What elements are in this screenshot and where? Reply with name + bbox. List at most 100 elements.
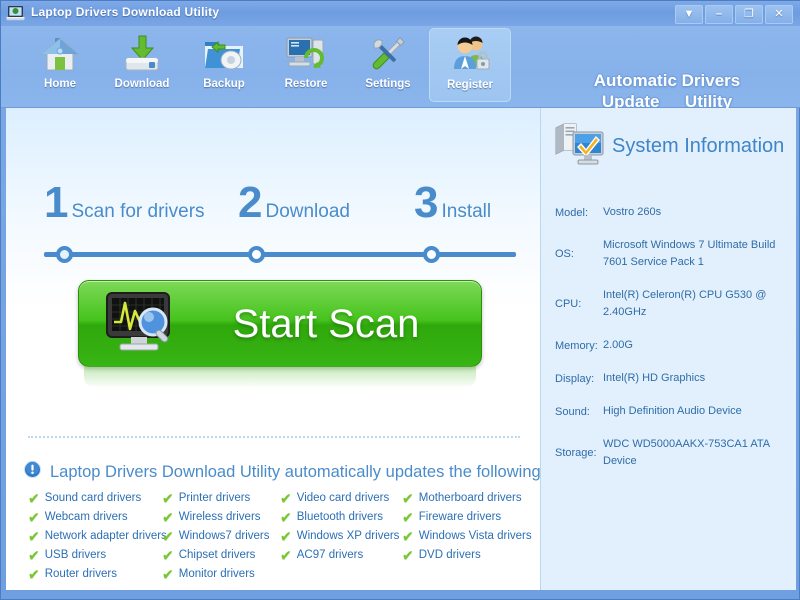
driver-item: ✔ Windows7 drivers <box>162 529 280 543</box>
driver-label: Windows Vista drivers <box>419 530 532 542</box>
section-divider <box>28 436 520 438</box>
system-info-key: Storage: <box>555 436 603 470</box>
driver-label: Windows7 drivers <box>179 530 270 542</box>
application-window: Laptop Drivers Download Utility ▼ – ❐ ✕ <box>0 0 800 600</box>
driver-label: USB drivers <box>45 549 106 561</box>
system-info-value: Microsoft Windows 7 Ultimate Build 7601 … <box>603 237 779 271</box>
progress-dot-3 <box>423 246 440 263</box>
main-panel: 1 Scan for drivers 2 Download 3 Install <box>6 108 540 590</box>
driver-item: ✔ Bluetooth drivers <box>280 510 402 524</box>
toolbar-item-register[interactable]: Register <box>429 28 511 102</box>
brand-line-1: Automatic Drivers <box>547 70 787 91</box>
check-icon: ✔ <box>162 510 174 524</box>
driver-item: ✔ Router drivers <box>28 567 162 581</box>
exclamation-icon <box>24 461 41 483</box>
start-scan-button[interactable]: Start Scan <box>78 280 482 367</box>
driver-item: ✔ Chipset drivers <box>162 548 280 562</box>
step-1-number: 1 <box>44 183 68 223</box>
driver-label: Fireware drivers <box>419 511 501 523</box>
check-icon: ✔ <box>28 567 40 581</box>
brand-tagline: Automatic Drivers Update Utility <box>547 70 787 112</box>
driver-item: ✔ USB drivers <box>28 548 162 562</box>
system-info-value: 2.00G <box>603 337 779 354</box>
check-icon: ✔ <box>162 491 174 505</box>
system-info-value: WDC WD5000AAKX-753CA1 ATA Device <box>603 436 779 470</box>
system-info-value: Intel(R) HD Graphics <box>603 370 779 387</box>
toolbar-item-settings[interactable]: Settings <box>347 28 429 102</box>
driver-row: ✔ Network adapter drivers ✔ Windows7 dri… <box>28 526 540 545</box>
system-info-key: Memory: <box>555 337 603 354</box>
check-icon: ✔ <box>280 510 292 524</box>
progress-dot-2 <box>248 246 265 263</box>
driver-label: Chipset drivers <box>179 549 256 561</box>
system-info-row: Memory: 2.00G <box>555 337 787 354</box>
close-button[interactable]: ✕ <box>765 5 793 24</box>
toolbar-items: Home Download <box>19 28 511 102</box>
driver-item: ✔ Windows XP drivers <box>280 529 402 543</box>
system-information-panel: System Information Model: Vostro 260s OS… <box>540 108 796 590</box>
driver-label: DVD drivers <box>419 549 481 561</box>
toolbar-label-register: Register <box>447 79 493 91</box>
check-icon: ✔ <box>402 548 414 562</box>
driver-label: Motherboard drivers <box>419 492 522 504</box>
home-icon <box>38 32 82 76</box>
window-title: Laptop Drivers Download Utility <box>31 5 219 19</box>
toolbar-item-download[interactable]: Download <box>101 28 183 102</box>
system-info-value: Intel(R) Celeron(R) CPU G530 @ 2.40GHz <box>603 287 779 321</box>
driver-label: Network adapter drivers <box>45 530 167 542</box>
system-info-key: Model: <box>555 204 603 221</box>
step-3: 3 Install <box>414 183 491 223</box>
system-info-row: Sound: High Definition Audio Device <box>555 403 787 420</box>
title-bar: Laptop Drivers Download Utility ▼ – ❐ ✕ <box>1 1 800 27</box>
check-icon: ✔ <box>162 548 174 562</box>
system-information-header: System Information <box>553 122 784 170</box>
maximize-button[interactable]: ❐ <box>735 5 763 24</box>
progress-track <box>44 252 516 257</box>
register-icon <box>448 33 492 77</box>
driver-label: Sound card drivers <box>45 492 142 504</box>
step-2: 2 Download <box>238 183 350 223</box>
driver-label: Router drivers <box>45 568 117 580</box>
system-info-row: Storage: WDC WD5000AAKX-753CA1 ATA Devic… <box>555 436 787 470</box>
driver-item: ✔ Printer drivers <box>162 491 280 505</box>
driver-item: ✔ Network adapter drivers <box>28 529 162 543</box>
driver-item: ✔ Windows Vista drivers <box>402 529 540 543</box>
driver-item: ✔ DVD drivers <box>402 548 540 562</box>
driver-label: Wireless drivers <box>179 511 261 523</box>
toolbar-label-home: Home <box>44 78 76 90</box>
check-icon: ✔ <box>162 529 174 543</box>
laptop-icon <box>6 4 25 23</box>
toolbar-item-restore[interactable]: Restore <box>265 28 347 102</box>
driver-row: ✔ Webcam drivers ✔ Wireless drivers ✔ Bl… <box>28 507 540 526</box>
driver-item: ✔ Sound card drivers <box>28 491 162 505</box>
system-info-key: Display: <box>555 370 603 387</box>
scan-button-reflection <box>84 366 476 388</box>
system-information-table: Model: Vostro 260s OS: Microsoft Windows… <box>555 204 787 486</box>
system-info-value: Vostro 260s <box>603 204 779 221</box>
toolbar-item-home[interactable]: Home <box>19 28 101 102</box>
check-icon: ✔ <box>402 529 414 543</box>
system-info-row: CPU: Intel(R) Celeron(R) CPU G530 @ 2.40… <box>555 287 787 321</box>
step-2-number: 2 <box>238 183 262 223</box>
check-icon: ✔ <box>280 529 292 543</box>
check-icon: ✔ <box>28 529 40 543</box>
check-icon: ✔ <box>28 548 40 562</box>
collapse-button[interactable]: ▼ <box>675 5 703 24</box>
system-info-key: CPU: <box>555 287 603 321</box>
check-icon: ✔ <box>402 510 414 524</box>
content-area: 1 Scan for drivers 2 Download 3 Install <box>6 108 796 590</box>
minimize-button[interactable]: – <box>705 5 733 24</box>
progress-dot-1 <box>56 246 73 263</box>
driver-label: Monitor drivers <box>179 568 255 580</box>
toolbar-item-backup[interactable]: Backup <box>183 28 265 102</box>
progress-steps: 1 Scan for drivers 2 Download 3 Install <box>6 183 540 263</box>
system-info-value: High Definition Audio Device <box>603 403 779 420</box>
system-info-row: Display: Intel(R) HD Graphics <box>555 370 787 387</box>
step-3-number: 3 <box>414 183 438 223</box>
driver-item: ✔ AC97 drivers <box>280 548 402 562</box>
driver-row: ✔ Router drivers ✔ Monitor drivers <box>28 564 540 583</box>
download-icon <box>120 32 164 76</box>
driver-label: AC97 drivers <box>297 549 363 561</box>
step-1: 1 Scan for drivers <box>44 183 205 223</box>
check-icon: ✔ <box>402 491 414 505</box>
